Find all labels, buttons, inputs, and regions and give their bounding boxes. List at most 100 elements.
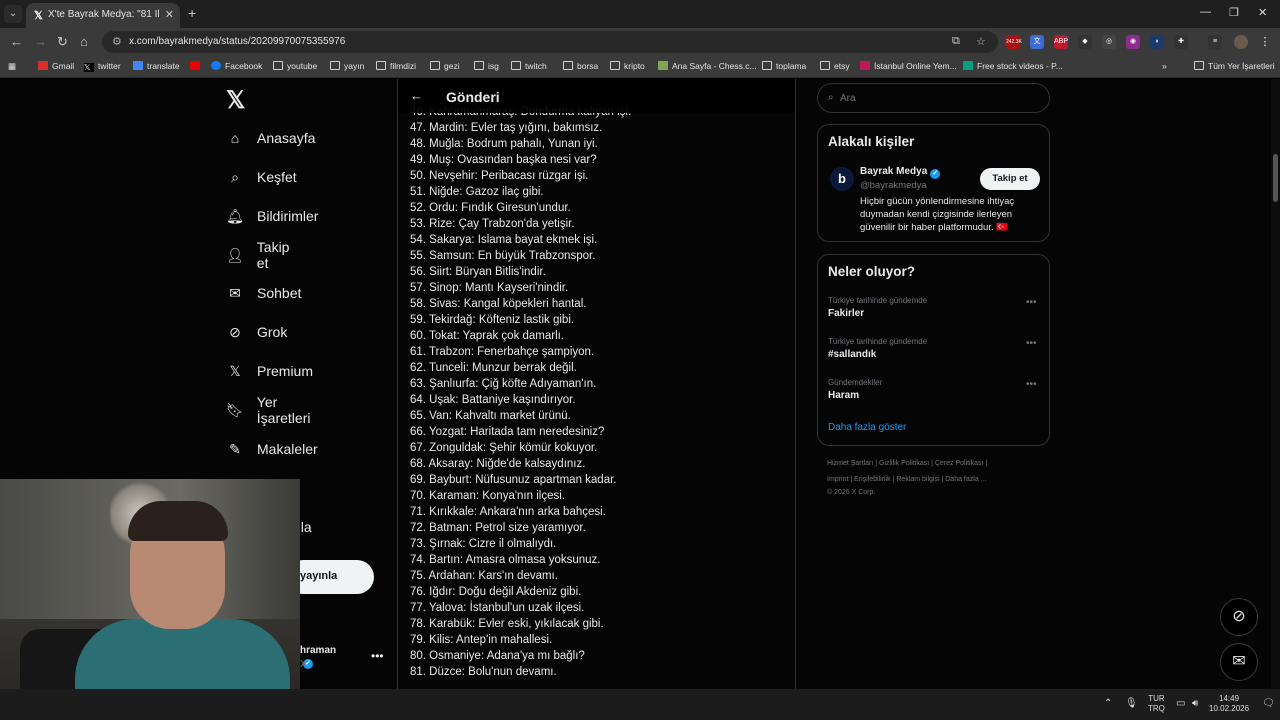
post-line: 68. Aksaray: Niğde'de kalsaydınız.: [410, 458, 586, 470]
address-bar[interactable]: ⚙ x.com/bayrakmedya/status/2020997007535…: [102, 31, 998, 53]
post-column: ← Gönderi 46. Kahramanmaraş: Dondurma ka…: [397, 79, 796, 689]
post-line: 81. Düzce: Bolu'nun devamı.: [410, 666, 557, 678]
bookmark-toplama[interactable]: toplama: [762, 61, 806, 71]
back-arrow-icon[interactable]: ←: [410, 88, 423, 103]
bookmark-twitter[interactable]: 𝕏twitter: [84, 61, 121, 72]
related-people-card: Alakalı kişiler b Bayrak Medya ✓ @bayrakm…: [817, 124, 1050, 242]
bookmark-borsa[interactable]: borsa: [563, 61, 598, 71]
restore-icon[interactable]: ❐: [1229, 6, 1239, 19]
bookmarks-bar: ▦ Gmail 𝕏twitter translate Facebook yout…: [0, 56, 1280, 78]
new-tab-icon[interactable]: +: [188, 5, 196, 21]
search-input[interactable]: ⌕ Ara: [817, 83, 1050, 113]
network-icon[interactable]: ▭: [1176, 698, 1185, 709]
bookmark-youtube[interactable]: youtube: [273, 61, 317, 71]
more-icon[interactable]: •••: [1026, 379, 1037, 390]
reload-icon[interactable]: ↻: [57, 34, 68, 50]
nav-label: Keşfet: [257, 169, 297, 185]
bookmark-kripto[interactable]: kripto: [610, 61, 645, 71]
nav-notifications[interactable]: 🔔︎ Bildirimler: [226, 201, 318, 231]
nav-label: Premium: [257, 363, 314, 379]
all-bookmarks[interactable]: Tüm Yer İşaretleri: [1194, 61, 1275, 71]
translate-ext-icon[interactable]: 文: [1030, 35, 1044, 49]
nav-grok[interactable]: ⊘ Grok: [226, 317, 287, 347]
account-more-icon[interactable]: •••: [371, 649, 384, 663]
profile-avatar-icon[interactable]: [1234, 35, 1248, 49]
nav-follow[interactable]: 👤︎ Takip et: [226, 239, 290, 271]
bookmark-twitch[interactable]: twitch: [511, 61, 547, 71]
install-app-icon[interactable]: ⧉: [952, 35, 960, 48]
apps-grid-icon[interactable]: ▦: [8, 61, 16, 72]
system-clock[interactable]: 14:49 10.02.2026: [1209, 694, 1249, 714]
adblock-ext-icon[interactable]: ABP: [1054, 35, 1068, 49]
back-icon[interactable]: ←: [10, 34, 23, 49]
post-line: 76. Iğdır: Doğu değil Akdeniz gibi.: [410, 586, 582, 598]
bookmark-filmdizi[interactable]: filmdizi: [376, 61, 416, 71]
bookmark-stock-videos[interactable]: Free stock videos - P...: [963, 61, 1063, 71]
tab-close-icon[interactable]: ✕: [165, 8, 174, 21]
bookmark-gezi[interactable]: gezi: [430, 61, 460, 71]
footer-links-1[interactable]: Hizmet Şartları | Gizlilik Politikası | …: [827, 460, 987, 467]
bookmark-chess[interactable]: Ana Sayfa - Chess.c...: [658, 61, 757, 71]
scrollbar-thumb[interactable]: [1273, 154, 1278, 202]
grok-fab-icon[interactable]: ⊘: [1220, 598, 1258, 636]
more-icon[interactable]: •••: [1026, 297, 1037, 308]
microphone-icon[interactable]: 🎙︎: [1125, 698, 1138, 709]
avatar[interactable]: b: [830, 167, 854, 191]
nav-articles[interactable]: ✎ Makaleler: [226, 434, 318, 464]
bookmark-yemeksepeti[interactable]: İstanbul Online Yem...: [860, 61, 957, 71]
folder-icon: [511, 61, 521, 70]
follow-button[interactable]: Takip et: [980, 168, 1040, 190]
home-browser-icon[interactable]: ⌂: [80, 34, 88, 49]
input-language[interactable]: TUR TRQ: [1148, 694, 1165, 714]
window-close-icon[interactable]: ✕: [1258, 6, 1267, 19]
bookmark-etsy[interactable]: etsy: [820, 61, 850, 71]
post-line: 49. Muş: Ovasından başka nesi var?: [410, 154, 597, 166]
search-icon: ⌕: [828, 92, 834, 103]
post-line: 59. Tekirdağ: Köfteniz lastik gibi.: [410, 314, 575, 326]
nav-premium[interactable]: 𝕏 Premium: [226, 356, 313, 386]
nav-bookmarks[interactable]: 🔖︎ Yer İşaretleri: [226, 394, 311, 426]
volume-icon[interactable]: 🔊︎: [1192, 698, 1198, 709]
ext-icon-4[interactable]: ◗: [1150, 35, 1164, 49]
bookmark-gmail[interactable]: Gmail: [38, 61, 74, 71]
browser-tab[interactable]: 𝕏 X'te Bayrak Medya: "81 İlin İnsa ✕: [26, 3, 180, 28]
youtube-small-icon: [190, 61, 200, 70]
bookmark-isg[interactable]: isg: [474, 61, 499, 71]
nav-home[interactable]: ⌂ Anasayfa: [226, 123, 316, 153]
trend-name: Haram: [828, 390, 860, 401]
ext-icon-1[interactable]: ◆: [1078, 35, 1092, 49]
bookmark-facebook[interactable]: Facebook: [211, 61, 262, 71]
bookmark-facebook-separator[interactable]: [190, 61, 204, 71]
extensions-icon[interactable]: ✚: [1174, 35, 1188, 49]
post-line: 77. Yalova: İstanbul'un uzak ilçesi.: [410, 602, 585, 614]
folder-icon: [563, 61, 573, 70]
site-info-icon[interactable]: ⚙: [112, 35, 122, 48]
ext-icon-2[interactable]: ◎: [1102, 35, 1116, 49]
notification-icon[interactable]: 🗨︎: [1262, 698, 1275, 709]
x-logo-icon[interactable]: 𝕏: [226, 86, 245, 115]
related-person-name[interactable]: Bayrak Medya ✓: [860, 166, 941, 179]
ext-icon-3[interactable]: ◉: [1126, 35, 1140, 49]
folder-icon: [610, 61, 620, 70]
footer-links-2[interactable]: Imprint | Erişilebilirlik | Reklam bilgi…: [827, 476, 987, 483]
bookmarks-overflow-icon[interactable]: »: [1162, 61, 1167, 71]
trend-name: Fakirler: [828, 308, 865, 319]
more-icon[interactable]: •••: [1026, 338, 1037, 349]
extension-badge-icon[interactable]: 242.3K: [1006, 35, 1022, 49]
reading-list-icon[interactable]: ≡: [1208, 35, 1222, 49]
show-more-link[interactable]: Daha fazla göster: [828, 422, 906, 433]
nav-messages[interactable]: ✉ Sohbet: [226, 278, 301, 308]
browser-menu-icon[interactable]: ⋮: [1258, 35, 1272, 49]
bookmark-translate[interactable]: translate: [133, 61, 180, 71]
post-line: 54. Sakarya: Islama bayat ekmek işi.: [410, 234, 598, 246]
tray-chevron-icon[interactable]: ⌃: [1104, 698, 1112, 709]
minimize-icon[interactable]: —: [1200, 6, 1211, 18]
tab-search-icon[interactable]: ⌄: [4, 5, 22, 23]
forward-icon[interactable]: →: [34, 34, 47, 49]
article-icon: ✎: [229, 440, 241, 457]
messages-fab-icon[interactable]: ✉: [1220, 643, 1258, 681]
bookmark-star-icon[interactable]: ☆: [976, 35, 986, 48]
page-scrollbar[interactable]: [1271, 79, 1280, 689]
bookmark-yayin[interactable]: yayın: [330, 61, 364, 71]
nav-explore[interactable]: ⌕ Keşfet: [226, 162, 297, 192]
